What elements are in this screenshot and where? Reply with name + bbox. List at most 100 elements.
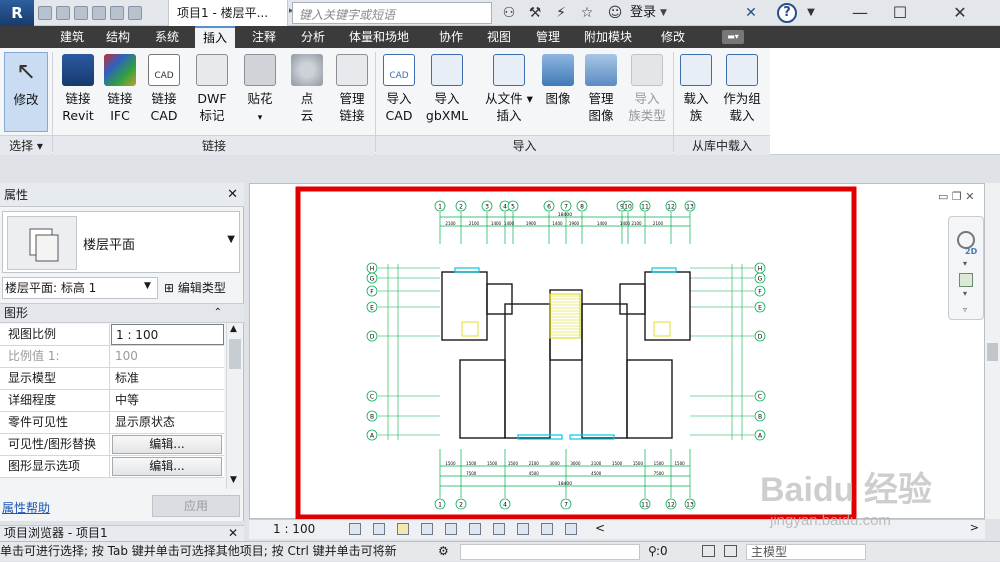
workset-icon[interactable]: ⚙: [438, 544, 449, 558]
sun-path-icon[interactable]: [397, 523, 409, 535]
detail-level-icon[interactable]: [349, 523, 361, 535]
exchange-icon[interactable]: ✕: [742, 4, 760, 22]
detail-level-value[interactable]: 中等: [111, 390, 224, 411]
chevron-down-icon[interactable]: ▼: [144, 281, 151, 291]
insert-from-file-button[interactable]: 从文件 ▾ 插入: [482, 52, 536, 132]
tab-insert[interactable]: 插入: [195, 26, 236, 48]
editable-only-icon[interactable]: [702, 545, 715, 557]
save-icon[interactable]: [56, 6, 70, 20]
view-scale-field[interactable]: 1 : 100: [111, 324, 224, 345]
print-icon[interactable]: [110, 6, 124, 20]
properties-scrollbar[interactable]: ▲ ▼: [226, 323, 242, 489]
show-crop-icon[interactable]: [469, 523, 481, 535]
type-selector[interactable]: 楼层平面 ▼: [2, 211, 240, 273]
user-icon[interactable]: ☺: [606, 4, 624, 22]
graphic-display-edit-button[interactable]: 编辑...: [112, 457, 222, 476]
parts-visibility-value[interactable]: 显示原状态: [111, 412, 224, 433]
chevron-down-icon[interactable]: ▾: [963, 289, 967, 298]
manage-images-button[interactable]: 管理 图像: [580, 52, 622, 132]
login-label[interactable]: 登录: [630, 0, 656, 26]
status-input[interactable]: [460, 544, 640, 560]
zoom-icon[interactable]: [959, 273, 973, 287]
instance-selector[interactable]: 楼层平面: 标高 1: [2, 277, 158, 299]
link-ifc-button[interactable]: 链接 IFC: [100, 52, 140, 132]
tab-architecture[interactable]: 建筑: [52, 26, 92, 48]
close-icon[interactable]: ✕: [228, 526, 238, 541]
load-as-group-button[interactable]: 作为组 载入: [718, 52, 766, 132]
tab-addins[interactable]: 附加模块: [576, 26, 640, 48]
measure-icon[interactable]: [128, 6, 142, 20]
maximize-button[interactable]: ☐: [880, 0, 920, 26]
undo-icon[interactable]: [74, 6, 88, 20]
room-wall: [504, 303, 551, 439]
point-cloud-button[interactable]: 点云: [286, 52, 328, 132]
underlay-icon[interactable]: [724, 545, 737, 557]
scroll-left-icon[interactable]: <: [595, 521, 605, 535]
category-graphics[interactable]: 图形 ⌃: [0, 303, 244, 323]
minimize-icon[interactable]: ▭: [938, 190, 948, 203]
star-icon[interactable]: ☆: [578, 4, 596, 22]
temp-hide-icon[interactable]: [493, 523, 505, 535]
tab-modify[interactable]: 修改: [653, 26, 693, 48]
crop-view-icon[interactable]: [445, 523, 457, 535]
close-icon[interactable]: ✕: [965, 190, 974, 203]
open-icon[interactable]: [38, 6, 52, 20]
reveal-hidden-icon[interactable]: [517, 523, 529, 535]
shadows-icon[interactable]: [421, 523, 433, 535]
display-model-value[interactable]: 标准: [111, 368, 224, 389]
scroll-thumb[interactable]: [229, 339, 241, 369]
wrench-icon[interactable]: ⚒: [526, 4, 544, 22]
modify-button[interactable]: ↖ 修改: [4, 52, 48, 132]
import-family-types-button[interactable]: 导入 族类型: [624, 52, 670, 132]
tab-analyze[interactable]: 分析: [293, 26, 333, 48]
load-family-button[interactable]: 载入族: [676, 52, 716, 132]
manage-links-button[interactable]: 管理 链接: [332, 52, 372, 132]
tab-manage[interactable]: 管理: [528, 26, 568, 48]
minimize-button[interactable]: —: [840, 0, 880, 26]
tab-annotate[interactable]: 注释: [244, 26, 284, 48]
collapse-icon[interactable]: ⌃: [214, 304, 222, 322]
tab-collaborate[interactable]: 协作: [431, 26, 471, 48]
scroll-thumb[interactable]: [987, 343, 998, 361]
chevron-down-icon[interactable]: ▼: [227, 234, 235, 245]
import-gbxml-button[interactable]: 导入 gbXML: [422, 52, 472, 132]
panel-select-label[interactable]: 选择 ▾: [0, 135, 52, 155]
restore-icon[interactable]: ❐: [952, 190, 962, 203]
scroll-up-icon[interactable]: ▲: [230, 324, 237, 334]
visual-style-icon[interactable]: [373, 523, 385, 535]
binoculars-icon[interactable]: ⚇: [500, 4, 518, 22]
tab-systems[interactable]: 系统: [147, 26, 187, 48]
application-menu-button[interactable]: R: [0, 0, 34, 26]
close-icon[interactable]: ✕: [227, 183, 238, 207]
properties-help-link[interactable]: 属性帮助: [2, 499, 50, 516]
tab-massing-site[interactable]: 体量和场地: [341, 26, 417, 48]
view-scale-label[interactable]: 1 : 100: [273, 522, 315, 536]
redo-icon[interactable]: [92, 6, 106, 20]
import-cad-button[interactable]: CAD 导入 CAD: [378, 52, 420, 132]
edit-type-button[interactable]: ⊞ 编辑类型: [164, 277, 226, 299]
project-browser-title: 项目浏览器 - 项目1 ✕: [0, 525, 244, 541]
apply-button[interactable]: 应用: [152, 495, 240, 517]
design-option-selector[interactable]: 主模型: [746, 544, 866, 560]
image-button[interactable]: 图像: [538, 52, 578, 132]
nav-options-icon[interactable]: ▿: [963, 305, 967, 314]
analytical-model-icon[interactable]: [565, 523, 577, 535]
worksharing-icon[interactable]: [541, 523, 553, 535]
image-icon: [542, 54, 574, 86]
help-dropdown-icon[interactable]: ▼: [802, 4, 820, 22]
close-button[interactable]: ✕: [940, 0, 980, 26]
search-input[interactable]: 键入关键字或短语: [292, 2, 492, 24]
scroll-down-icon[interactable]: ▼: [230, 475, 237, 485]
satellite-icon[interactable]: ⚡: [552, 4, 570, 22]
chevron-down-icon[interactable]: ▼: [660, 8, 667, 18]
help-button[interactable]: ?: [777, 3, 797, 23]
ribbon-options-button[interactable]: ▬▾: [722, 30, 744, 44]
dwf-markup-button[interactable]: DWF 标记: [190, 52, 234, 132]
chevron-down-icon[interactable]: ▾: [963, 259, 967, 268]
decal-button[interactable]: 贴花 ▾: [238, 52, 282, 132]
link-revit-button[interactable]: 链接 Revit: [56, 52, 100, 132]
tab-view[interactable]: 视图: [479, 26, 519, 48]
vg-overrides-edit-button[interactable]: 编辑...: [112, 435, 222, 454]
link-cad-button[interactable]: CAD 链接 CAD: [143, 52, 185, 132]
tab-structure[interactable]: 结构: [98, 26, 138, 48]
